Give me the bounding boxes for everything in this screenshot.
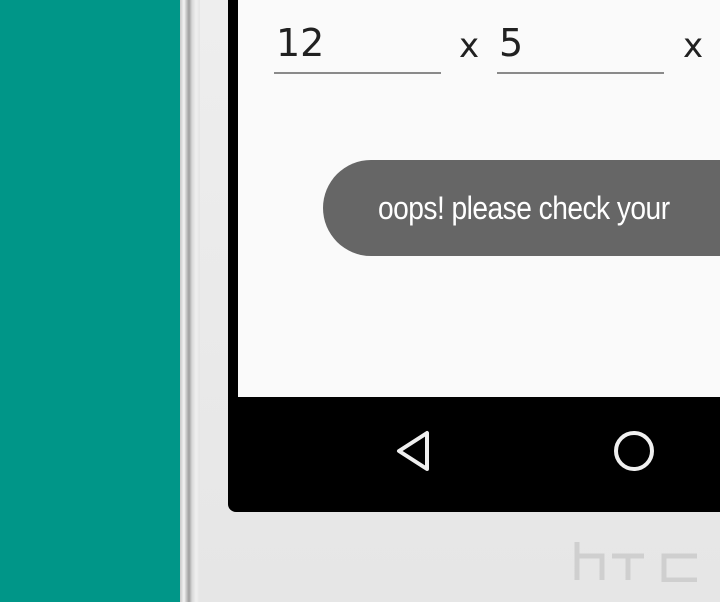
toast-message: oops! please check your bbox=[323, 160, 720, 256]
home-button[interactable] bbox=[606, 423, 662, 479]
width-input-value: 12 bbox=[276, 21, 325, 65]
toast-text: oops! please check your bbox=[378, 190, 670, 226]
htc-brand-icon bbox=[574, 542, 697, 583]
screenshot-root: 12 x 5 x oops! please check your bbox=[0, 0, 720, 602]
android-navigation-bar bbox=[238, 397, 720, 505]
back-button[interactable] bbox=[387, 423, 443, 479]
width-input-field[interactable]: 12 bbox=[274, 0, 441, 74]
phone-edge bbox=[180, 0, 200, 602]
height-input-value: 5 bbox=[499, 21, 524, 65]
htc-logo bbox=[572, 540, 702, 583]
home-circle-icon bbox=[614, 431, 654, 471]
app-screen: 12 x 5 x oops! please check your bbox=[238, 0, 720, 397]
back-triangle-icon bbox=[397, 431, 429, 471]
height-input-field[interactable]: 5 bbox=[497, 0, 664, 74]
multiply-symbol: x bbox=[459, 26, 480, 66]
multiply-symbol-2: x bbox=[683, 26, 704, 66]
